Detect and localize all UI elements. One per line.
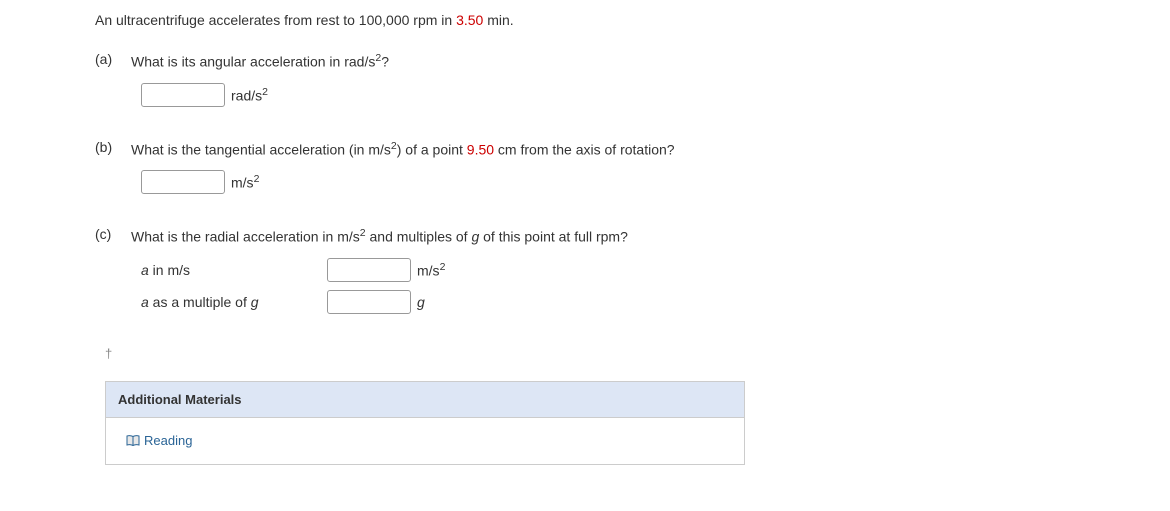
part-c-row2-unit: g	[417, 294, 425, 310]
part-c-row1: a in m/s m/s2	[141, 258, 1075, 282]
problem-container: An ultracentrifuge accelerates from rest…	[0, 0, 1170, 511]
dagger-footnote: †	[105, 346, 1075, 361]
part-c-row1-unit: m/s2	[417, 261, 445, 279]
part-c-row1-label: a in m/s	[141, 262, 327, 278]
part-a-input[interactable]	[141, 83, 225, 107]
problem-statement: An ultracentrifuge accelerates from rest…	[95, 10, 1075, 31]
part-b-highlight: 9.50	[467, 141, 494, 157]
part-c-label: (c)	[95, 226, 131, 242]
problem-text-before: An ultracentrifuge accelerates from rest…	[95, 12, 456, 28]
additional-materials-panel: Additional Materials Reading	[105, 381, 745, 465]
part-a-question: What is its angular acceleration in rad/…	[131, 51, 1075, 73]
part-b: (b) What is the tangential acceleration …	[95, 139, 1075, 195]
part-b-label: (b)	[95, 139, 131, 155]
part-a-label: (a)	[95, 51, 131, 67]
part-a: (a) What is its angular acceleration in …	[95, 51, 1075, 107]
reading-link[interactable]: Reading	[126, 433, 192, 448]
additional-materials-header: Additional Materials	[106, 382, 744, 418]
problem-text-after: min.	[483, 12, 513, 28]
part-c-question: What is the radial acceleration in m/s2 …	[131, 226, 1075, 248]
part-c-input-1[interactable]	[327, 258, 411, 282]
part-c-input-2[interactable]	[327, 290, 411, 314]
problem-highlight-value: 3.50	[456, 12, 483, 28]
part-c-row2: a as a multiple of g g	[141, 290, 1075, 314]
book-icon	[126, 435, 140, 450]
part-c-row2-label: a as a multiple of g	[141, 294, 327, 310]
part-b-input[interactable]	[141, 170, 225, 194]
reading-link-text: Reading	[144, 433, 192, 448]
part-b-question: What is the tangential acceleration (in …	[131, 139, 1075, 161]
part-b-unit: m/s2	[231, 173, 259, 191]
part-a-unit: rad/s2	[231, 86, 268, 104]
part-c: (c) What is the radial acceleration in m…	[95, 226, 1075, 314]
